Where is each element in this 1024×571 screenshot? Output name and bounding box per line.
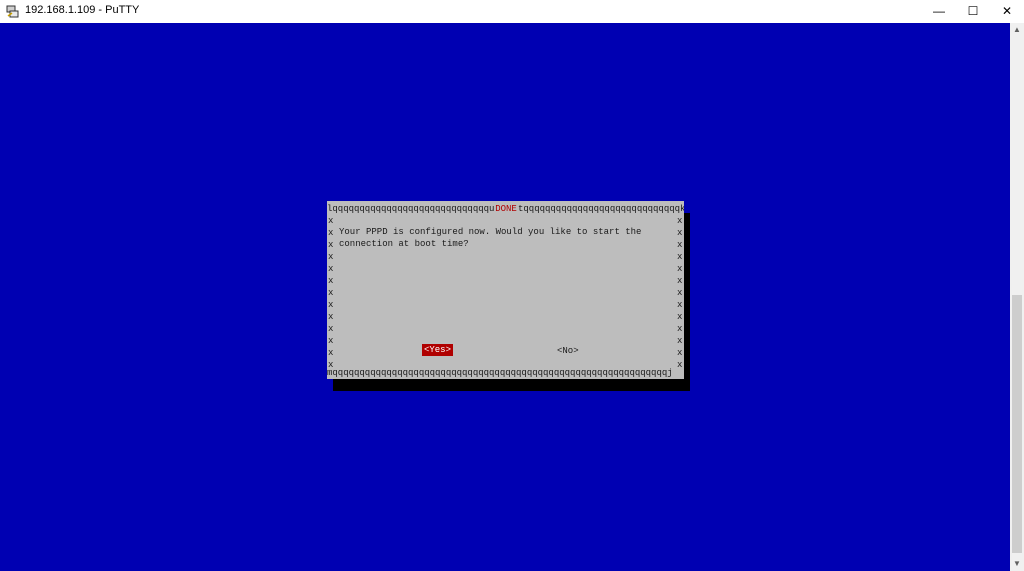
dialog-shadow-bottom xyxy=(333,379,690,391)
maximize-icon: ☐ xyxy=(967,4,979,18)
scroll-down-icon[interactable]: ▼ xyxy=(1010,557,1024,571)
dialog-title: DONE xyxy=(494,203,518,215)
border-top-right: tqqqqqqqqqqqqqqqqqqqqqqqqqqqqqk xyxy=(518,204,684,214)
dialog-border-right: xxxxxxxxxxxxx xyxy=(677,216,683,370)
dialog-border-bottom: mqqqqqqqqqqqqqqqqqqqqqqqqqqqqqqqqqqqqqqq… xyxy=(327,368,673,378)
border-top-left: lqqqqqqqqqqqqqqqqqqqqqqqqqqqqqu xyxy=(327,204,495,214)
yes-button[interactable]: <Yes> xyxy=(422,344,453,356)
done-dialog: lqqqqqqqqqqqqqqqqqqqqqqqqqqqqqu tqqqqqqq… xyxy=(327,201,684,379)
window-titlebar[interactable]: 192.168.1.109 - PuTTY — ☐ ✕ xyxy=(0,0,1024,23)
close-button[interactable]: ✕ xyxy=(990,0,1024,23)
scroll-up-icon[interactable]: ▲ xyxy=(1010,23,1024,37)
scrollbar-thumb[interactable] xyxy=(1012,295,1022,553)
close-icon: ✕ xyxy=(1001,4,1013,18)
minimize-button[interactable]: — xyxy=(922,0,956,23)
dialog-message-line-1: Your PPPD is configured now. Would you l… xyxy=(339,227,642,237)
maximize-button[interactable]: ☐ xyxy=(956,0,990,23)
vertical-scrollbar[interactable]: ▲ ▼ xyxy=(1010,23,1024,571)
putty-icon xyxy=(6,5,19,18)
dialog-border-left: xxxxxxxxxxxxx xyxy=(328,216,334,370)
dialog-border-top-right-wrap: tqqqqqqqqqqqqqqqqqqqqqqqqqqqqqk xyxy=(518,203,684,215)
minimize-icon: — xyxy=(933,4,945,18)
no-button[interactable]: <No> xyxy=(557,345,579,357)
dialog-message-line-2: connection at boot time? xyxy=(339,239,469,249)
window-title: 192.168.1.109 - PuTTY xyxy=(25,4,140,16)
